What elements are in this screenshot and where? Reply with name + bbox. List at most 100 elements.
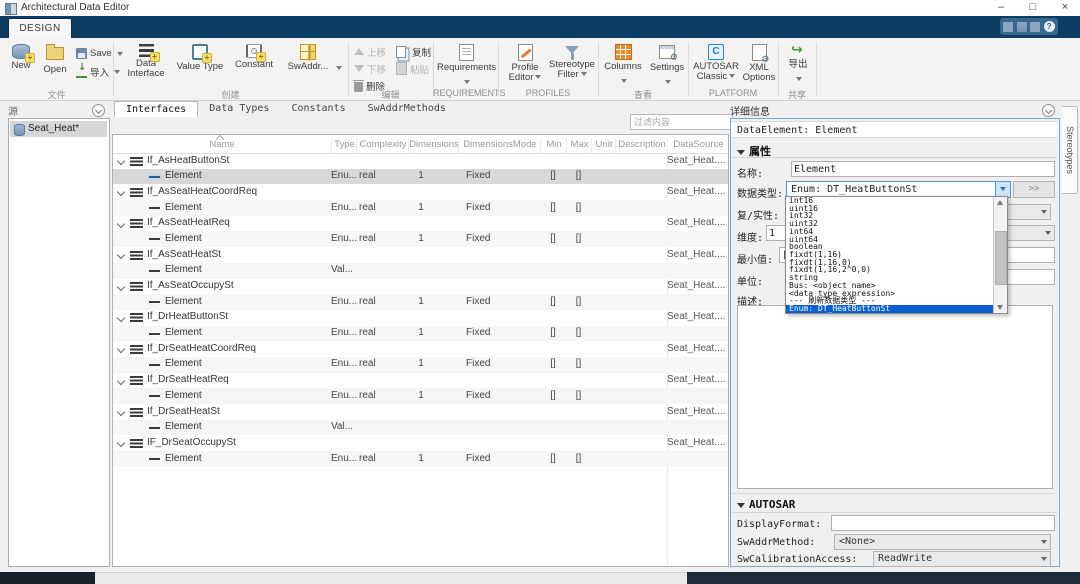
table-row[interactable]: Element Enu... real 1 Fixed[][]	[113, 325, 728, 342]
chevron-down-icon[interactable]	[116, 250, 126, 260]
table-row[interactable]: If_AsSeatHeatCoordReq Seat_Heat....	[113, 184, 728, 200]
table-row[interactable]: If_DrSeatHeatSt Seat_Heat....	[113, 404, 728, 420]
datatype-expand-button[interactable]: >>	[1013, 181, 1055, 198]
tab-stereotypes[interactable]: Stereotypes	[1062, 106, 1078, 194]
chevron-down-icon[interactable]	[116, 439, 126, 448]
chevron-down-icon[interactable]	[116, 156, 126, 166]
ribbon-tabstrip: DESIGN ?	[0, 16, 1080, 39]
chevron-down-icon[interactable]	[116, 407, 126, 417]
help-icon[interactable]: ?	[1043, 21, 1055, 32]
collapse-details-button[interactable]	[1042, 104, 1055, 117]
move-down-button[interactable]: 下移	[354, 61, 386, 76]
table-row[interactable]: Element Enu... real 1 Fixed[][]	[113, 451, 728, 467]
table-row[interactable]: If_DrSeatHeatReq Seat_Heat....	[113, 373, 728, 389]
group-label-create: 创建	[221, 90, 240, 100]
move-up-button[interactable]: 上移	[354, 44, 386, 59]
table-row[interactable]: If_AsSeatOccupySt Seat_Heat....	[113, 279, 728, 295]
column-header-description[interactable]: Description	[615, 139, 668, 153]
table-row[interactable]: If_DrSeatHeatCoordReq Seat_Heat....	[113, 341, 728, 357]
table-row[interactable]: IF_DrSeatOccupySt Seat_Heat....	[113, 435, 728, 451]
tab-interfaces[interactable]: Interfaces	[114, 101, 199, 117]
table-row[interactable]: Element Enu... real 1 Fixed[][]	[113, 388, 728, 404]
table-row[interactable]: If_AsHeatButtonSt Seat_Heat....	[113, 153, 728, 169]
tab-design[interactable]: DESIGN	[8, 18, 72, 39]
requirements-button[interactable]: Requirements	[437, 42, 496, 91]
tab-constants[interactable]: Constants	[280, 101, 356, 117]
dimensions-mode-cell: Fixed	[466, 170, 491, 182]
tab-swaddrmethods[interactable]: SwAddrMethods	[357, 101, 457, 117]
dropdown-item[interactable]: Enum: DT_HeatButtonSt	[786, 305, 994, 313]
columns-button[interactable]: Columns	[602, 42, 644, 90]
column-header-dimensionsmode[interactable]: DimensionsMode	[458, 139, 541, 153]
column-header-complexity[interactable]: Complexity	[356, 139, 409, 153]
description-field[interactable]	[737, 305, 1053, 489]
column-header-min[interactable]: Min	[540, 139, 567, 153]
chevron-down-icon[interactable]	[116, 313, 126, 323]
column-header-dimensions[interactable]: Dimensions	[408, 139, 459, 153]
source-item-seat-heat[interactable]: Seat_Heat*	[10, 121, 107, 137]
dimensions-field[interactable]	[766, 225, 786, 241]
data-interface-button[interactable]: Data Interface	[120, 42, 172, 79]
table-row[interactable]: Element Val...	[113, 419, 728, 436]
collapse-source-panel-button[interactable]	[92, 104, 105, 117]
filter-input[interactable]	[630, 114, 733, 130]
scrollbar-thumb[interactable]	[995, 231, 1007, 285]
save-button[interactable]: Save	[76, 46, 123, 61]
table-row[interactable]: Element Enu... real 1 Fixed[][]	[113, 356, 728, 373]
profile-editor-button[interactable]: Profile Editor	[502, 42, 548, 83]
maximize-button[interactable]: □	[1018, 0, 1048, 16]
scroll-down-icon[interactable]	[997, 305, 1003, 310]
chevron-down-icon[interactable]	[116, 376, 126, 385]
dropdown-item[interactable]: uint16	[786, 204, 994, 213]
stereotype-filter-button[interactable]: Stereotype Filter	[548, 42, 596, 80]
copy-button[interactable]: 复制	[396, 44, 431, 59]
create-overflow-button[interactable]	[334, 60, 344, 75]
chevron-down-icon[interactable]	[116, 345, 126, 354]
chevron-down-icon[interactable]	[116, 282, 126, 291]
sw-calibration-access-combo[interactable]: ReadWrite	[873, 551, 1051, 567]
max-cell: []	[575, 327, 582, 339]
column-header-unit[interactable]: Unit	[591, 139, 616, 153]
table-row[interactable]: If_AsSeatHeatReq Seat_Heat....	[113, 216, 728, 232]
dropdown-scrollbar[interactable]	[993, 197, 1007, 313]
scroll-up-icon[interactable]	[997, 200, 1003, 205]
table-row[interactable]: Element Enu... real 1 Fixed[][]	[113, 294, 728, 310]
chevron-down-icon[interactable]	[116, 188, 126, 197]
constant-button[interactable]: Constant	[228, 42, 280, 70]
table-row[interactable]: Element Val...	[113, 262, 728, 279]
minimize-ribbon-icon[interactable]	[1003, 21, 1014, 32]
dropdown-item[interactable]: uint32	[786, 220, 994, 228]
name-field[interactable]	[791, 161, 1055, 177]
settings-button[interactable]: Settings	[646, 42, 688, 91]
column-header-name[interactable]: Name	[113, 139, 331, 153]
autosar-classic-button[interactable]: C AUTOSAR Classic	[692, 42, 740, 82]
element-name: Element	[165, 358, 202, 370]
column-header-type[interactable]: Type	[331, 139, 357, 153]
table-row[interactable]: If_DrHeatButtonSt Seat_Heat....	[113, 310, 728, 326]
table-row[interactable]: Element Enu... real 1 Fixed[][]	[113, 231, 728, 248]
paste-button[interactable]: 粘贴	[396, 61, 429, 76]
value-type-button[interactable]: Value Type	[174, 42, 226, 72]
export-button[interactable]: 导出	[782, 42, 814, 88]
swaddr-button[interactable]: SwAddr...	[282, 42, 334, 72]
tab-data-types[interactable]: Data Types	[198, 101, 280, 117]
table-row[interactable]: Element Enu... real 1 Fixed[][]	[113, 168, 728, 185]
sw-addr-method-combo[interactable]: <None>	[834, 534, 1051, 550]
taskbar-start-area[interactable]	[0, 572, 95, 584]
table-row[interactable]: Element Enu... real 1 Fixed[][]	[113, 200, 728, 216]
column-header-max[interactable]: Max	[566, 139, 592, 153]
pin-icon[interactable]	[1030, 21, 1041, 32]
open-button[interactable]: Open	[38, 42, 72, 75]
minimize-button[interactable]: –	[986, 0, 1016, 16]
combo-dropdown-icon[interactable]	[995, 182, 1010, 197]
display-format-field[interactable]	[831, 515, 1055, 531]
new-button[interactable]: New	[4, 42, 38, 71]
taskbar-app-button[interactable]	[95, 572, 687, 584]
xml-options-button[interactable]: XML Options	[740, 42, 778, 83]
column-header-datasource[interactable]: DataSource	[667, 139, 728, 153]
layout-icon[interactable]	[1016, 21, 1027, 32]
autosar-section-header[interactable]: AUTOSAR	[737, 498, 795, 511]
close-button[interactable]: ×	[1050, 0, 1080, 16]
chevron-down-icon[interactable]	[116, 219, 126, 228]
table-row[interactable]: If_AsSeatHeatSt Seat_Heat....	[113, 247, 728, 263]
